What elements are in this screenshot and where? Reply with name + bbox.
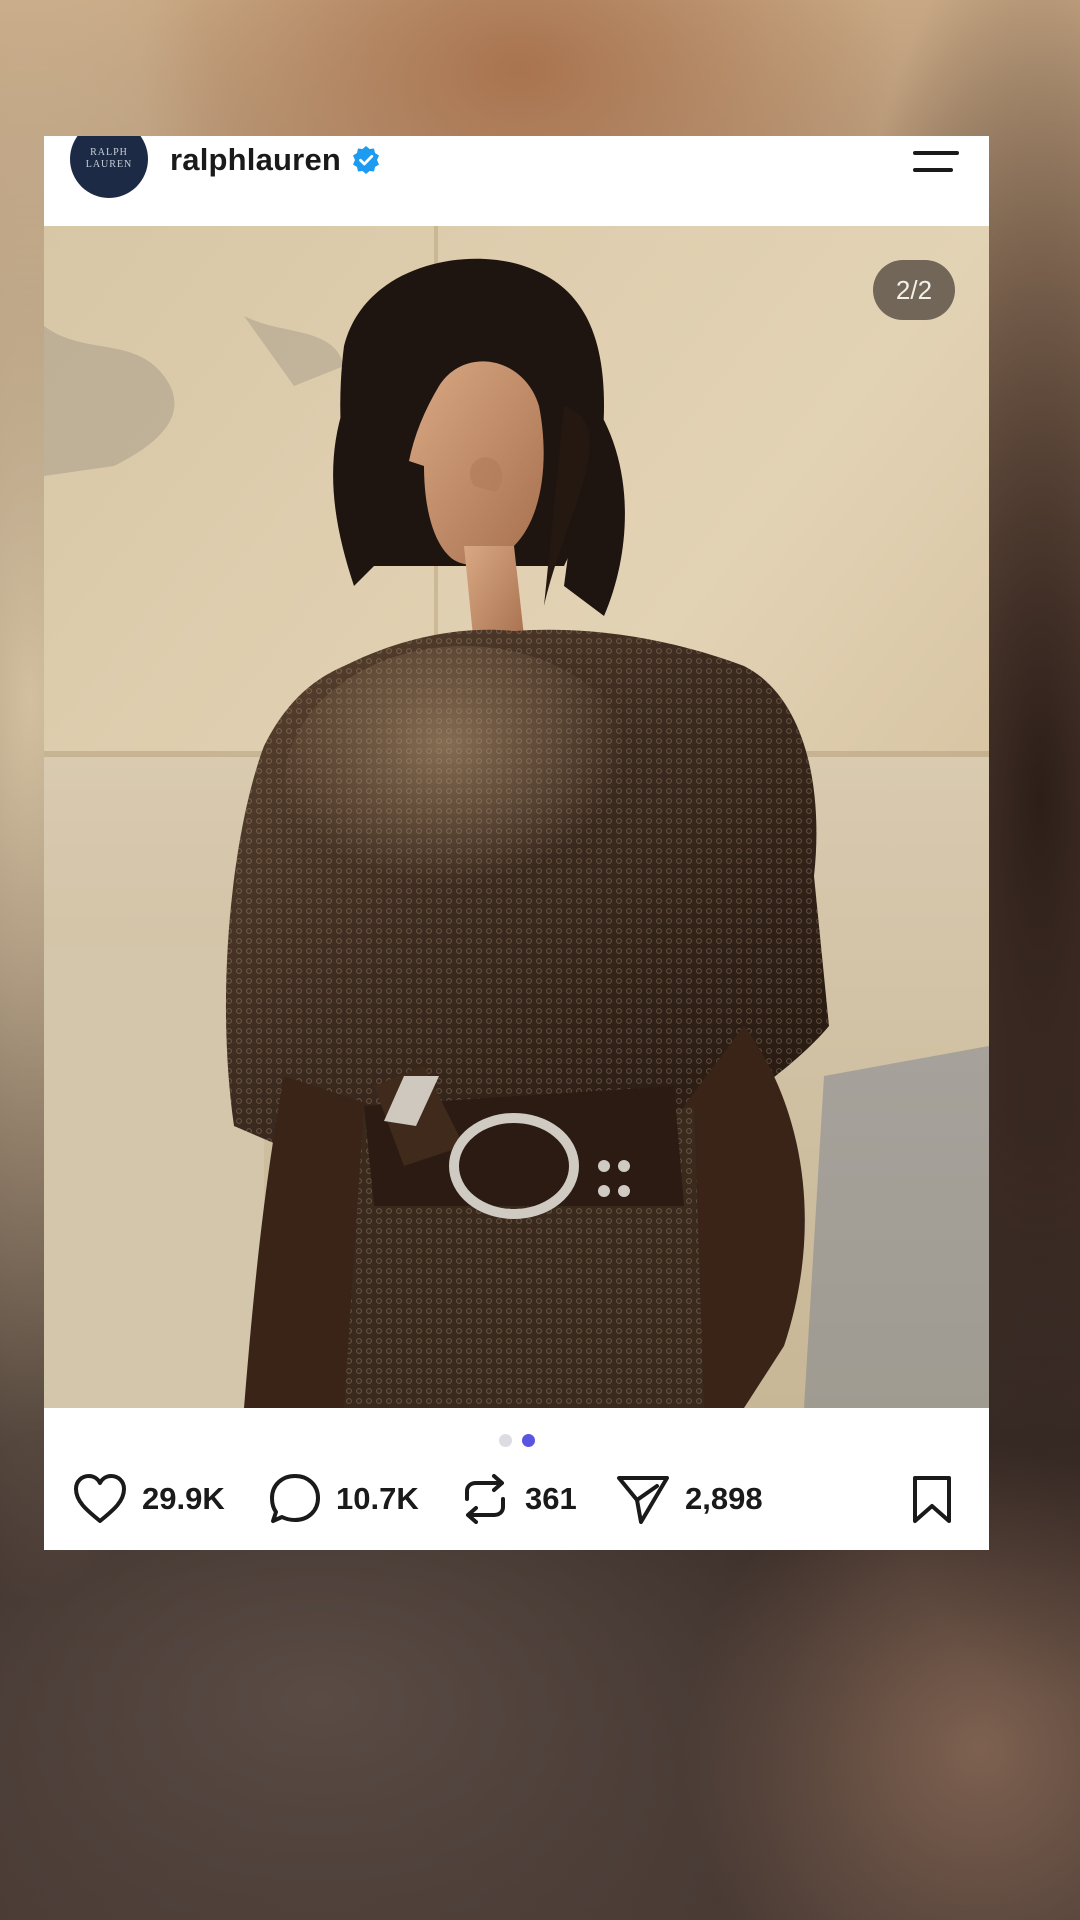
avatar-logo-line1: RALPH [90,147,128,158]
verified-badge-icon [353,146,380,174]
like-count: 29.9K [142,1481,225,1516]
like-button[interactable]: 29.9K [72,1464,225,1534]
repost-button[interactable]: 361 [459,1464,577,1534]
comment-button[interactable]: 10.7K [268,1464,419,1534]
post-header: RALPH LAUREN ralphlauren [44,136,989,226]
heart-icon [74,1474,126,1523]
action-bar: 29.9K 10.7K 361 2,898 [44,1464,989,1534]
send-icon [617,1476,669,1524]
carousel-dot-active[interactable] [521,1434,535,1447]
repost-icon [465,1474,505,1524]
bookmark-icon[interactable] [909,1475,955,1525]
username[interactable]: ralphlauren [170,142,341,178]
share-button[interactable]: 2,898 [615,1464,763,1534]
share-count: 2,898 [685,1481,763,1516]
carousel-indicator [44,1434,989,1447]
avatar-logo-line2: LAUREN [85,159,133,170]
comment-bubble-icon [270,1474,320,1523]
post-image[interactable]: 2/2 [44,226,989,1408]
post-card: RALPH LAUREN ralphlauren 2/2 29.9K 10.7K… [44,136,989,1550]
carousel-dot[interactable] [498,1434,512,1447]
photo-illustration [44,226,989,1408]
menu-icon[interactable] [911,148,961,176]
repost-count: 361 [525,1481,577,1516]
comment-count: 10.7K [336,1481,419,1516]
username-row: ralphlauren [170,142,381,178]
avatar[interactable]: RALPH LAUREN [70,136,148,198]
image-counter: 2/2 [873,260,955,320]
